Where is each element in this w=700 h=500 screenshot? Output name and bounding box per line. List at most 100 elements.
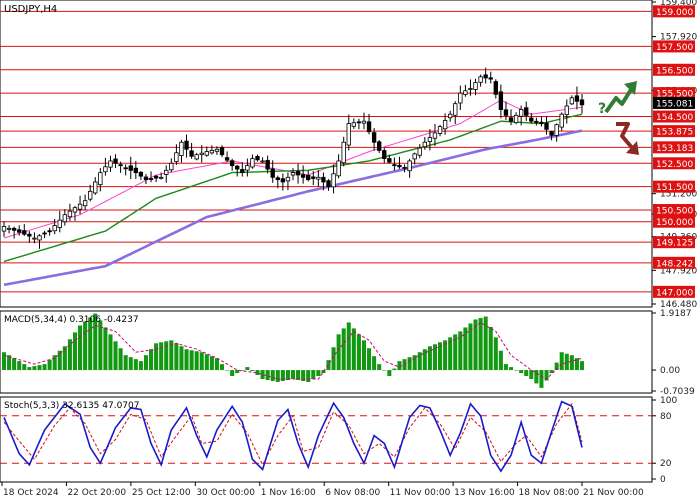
current-price-label: 155.081 xyxy=(656,99,693,109)
macd-bar xyxy=(559,352,564,371)
macd-bar xyxy=(123,355,128,371)
macd-bar xyxy=(17,361,22,371)
candle-body xyxy=(189,150,194,157)
macd-bar xyxy=(356,334,361,371)
macd-bar xyxy=(367,348,372,371)
level-tag: 148.242 xyxy=(653,256,695,269)
candle-body xyxy=(311,176,316,179)
macd-bar xyxy=(189,350,194,371)
candle-body xyxy=(118,164,123,167)
candle-body xyxy=(42,232,47,235)
candle-body xyxy=(57,219,62,228)
macd-bar xyxy=(47,359,52,371)
macd-bar xyxy=(159,342,164,371)
macd-bar xyxy=(52,355,57,371)
macd-bar xyxy=(524,370,529,377)
time-tick-label: 6 Nov 08:00 xyxy=(325,488,380,498)
macd-bar xyxy=(346,322,351,371)
macd-bar xyxy=(250,370,255,372)
macd-bar xyxy=(443,340,448,371)
candle-body xyxy=(513,114,519,124)
candle-body xyxy=(356,121,362,124)
stochastic-tick-label: 80 xyxy=(660,412,672,422)
level-tag: 153.183 xyxy=(653,141,695,154)
macd-bar xyxy=(209,356,214,371)
candle-body xyxy=(88,190,93,200)
candle-body xyxy=(138,171,144,177)
macd-bar xyxy=(275,370,280,382)
candle-body xyxy=(204,151,209,156)
candle-body xyxy=(453,103,458,116)
candle-body xyxy=(387,158,392,163)
candle-body xyxy=(17,229,22,233)
level-tag: 147.000 xyxy=(653,285,695,298)
level-tag: 154.500 xyxy=(653,110,695,123)
macd-bar xyxy=(397,361,402,371)
time-tick-label: 22 Oct 20:00 xyxy=(67,488,126,498)
macd-bar xyxy=(478,318,483,371)
candle-body xyxy=(366,121,372,133)
candle-body xyxy=(255,155,260,161)
candle-body xyxy=(417,147,422,156)
level-label: 147.000 xyxy=(656,288,693,298)
candle-body xyxy=(488,77,493,80)
macd-bar xyxy=(12,358,17,371)
level-tag: 150.500 xyxy=(653,204,695,217)
time-tick-label: 11 Nov 00:00 xyxy=(390,488,451,498)
level-tag: 159.000 xyxy=(653,5,695,18)
level-tag: 153.875 xyxy=(653,125,695,138)
candle-body xyxy=(483,74,488,79)
candle-body xyxy=(321,176,326,183)
question-mark-icon: ? xyxy=(598,101,606,117)
candle-body xyxy=(448,113,453,119)
macd-bar xyxy=(463,327,468,371)
chart-root: ? 159.400157.920155.620151.200150.320149… xyxy=(0,0,697,498)
macd-bar xyxy=(42,364,47,371)
macd-bar xyxy=(138,361,143,371)
candle-body xyxy=(108,160,113,168)
candle-body xyxy=(377,141,382,151)
macd-bar xyxy=(245,367,250,371)
macd-bar xyxy=(539,370,544,388)
candle-body xyxy=(153,175,159,179)
macd-bar xyxy=(498,350,503,371)
candle-body xyxy=(524,107,529,116)
macd-bar xyxy=(22,364,27,371)
candle-body xyxy=(326,180,331,188)
candle-body xyxy=(174,152,179,162)
macd-bar xyxy=(57,350,62,371)
candle-body xyxy=(392,164,397,167)
macd-bar xyxy=(214,358,219,371)
macd-bar xyxy=(88,317,93,371)
symbol-label: USDJPY,H4 xyxy=(4,4,57,15)
macd-bar xyxy=(103,327,108,371)
macd-bar xyxy=(296,370,301,380)
candle-body xyxy=(184,140,189,150)
macd-bar xyxy=(387,370,392,377)
candle-body xyxy=(468,88,473,91)
candle-body xyxy=(331,173,336,188)
candle-body xyxy=(32,237,37,240)
macd-bar xyxy=(72,332,78,371)
candle-body xyxy=(169,162,174,171)
candle-body xyxy=(306,174,311,181)
candle-body xyxy=(143,176,149,181)
level-label: 152.500 xyxy=(656,160,693,170)
level-label: 153.183 xyxy=(656,144,693,154)
candle-body xyxy=(508,117,514,122)
macd-bar xyxy=(154,343,159,371)
candle-body xyxy=(478,76,483,83)
level-label: 156.500 xyxy=(656,66,693,76)
level-label: 148.242 xyxy=(656,259,693,269)
candle-body xyxy=(270,168,275,178)
candle-body xyxy=(260,160,265,163)
macd-bar xyxy=(285,370,290,380)
level-tag: 152.500 xyxy=(653,157,695,170)
candle-body xyxy=(82,200,88,207)
candle-body xyxy=(529,117,534,122)
macd-bar xyxy=(118,348,123,371)
candle-body xyxy=(458,92,463,104)
candle-body xyxy=(6,227,12,230)
macd-bar xyxy=(113,341,118,371)
level-tag: 150.000 xyxy=(653,215,695,228)
